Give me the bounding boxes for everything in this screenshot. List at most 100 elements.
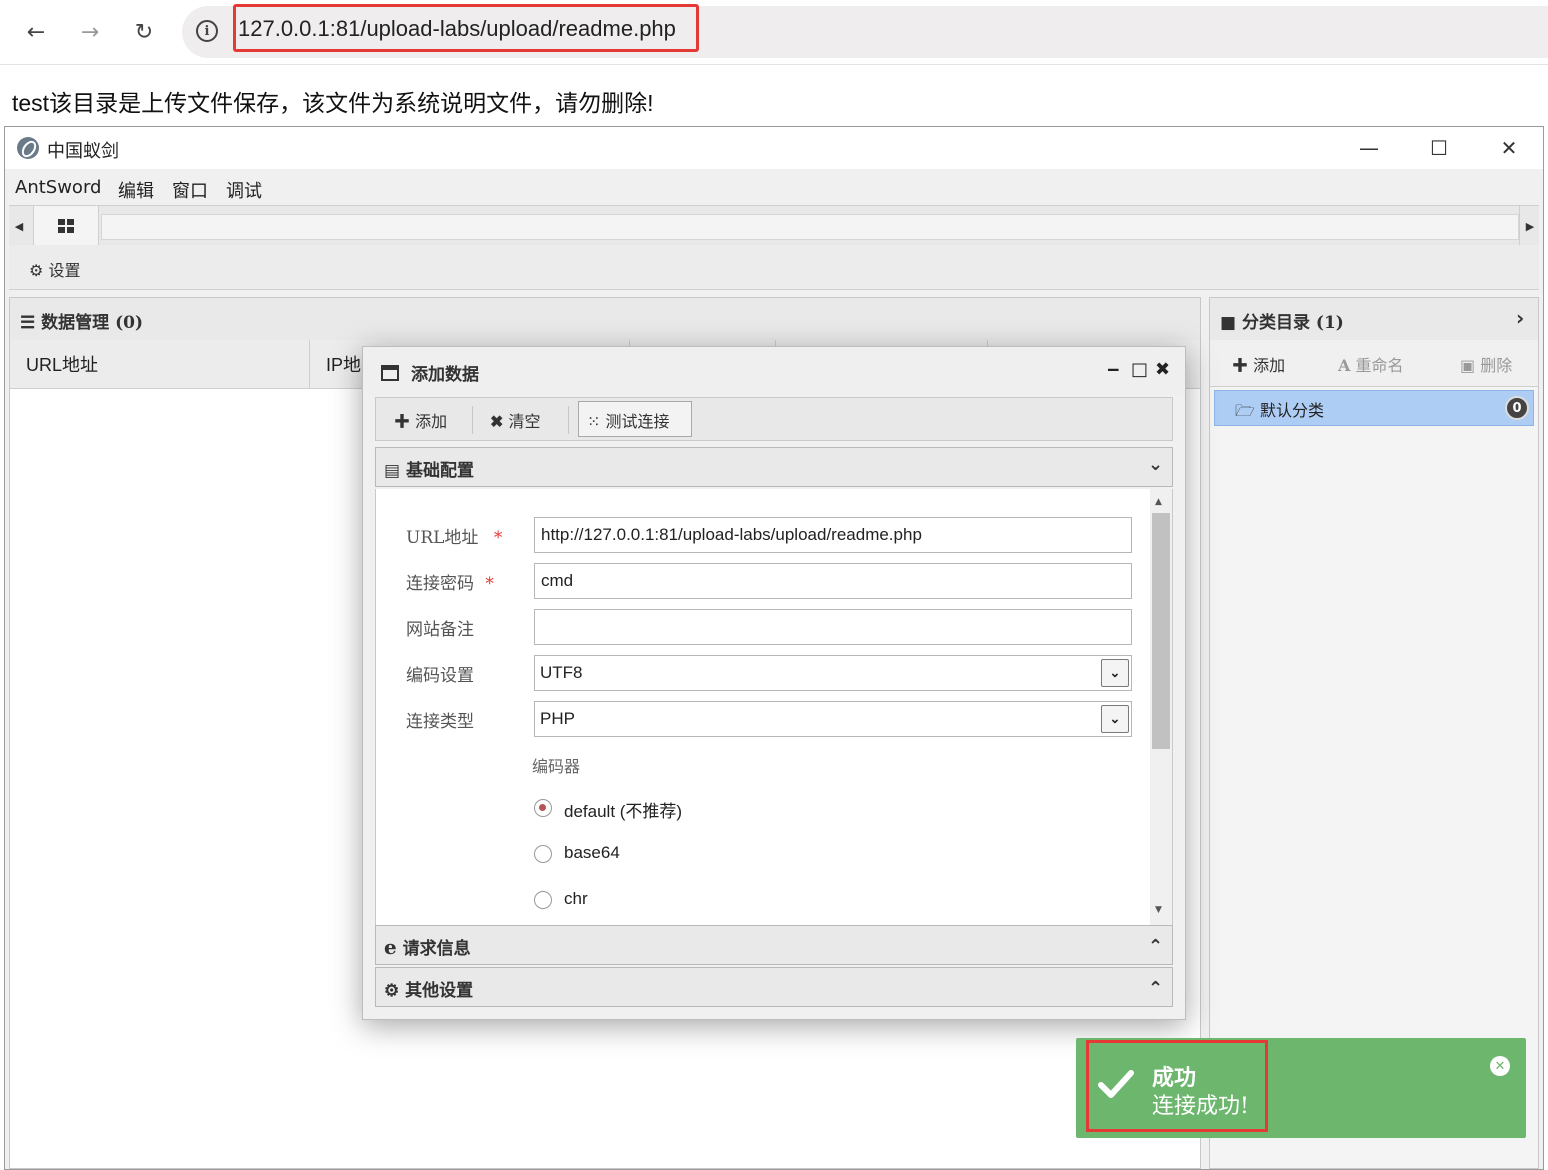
- menu-edit[interactable]: 编辑: [118, 177, 154, 203]
- toast-close-icon[interactable]: ✕: [1490, 1056, 1510, 1076]
- chevron-right-icon[interactable]: ›: [1516, 306, 1524, 330]
- font-icon: A: [1338, 356, 1351, 375]
- password-label: 连接密码: [406, 574, 474, 594]
- encoder-label: 编码器: [532, 757, 581, 776]
- category-delete-button[interactable]: ▣ 删除: [1460, 352, 1512, 376]
- folder-icon: ■: [1220, 313, 1237, 333]
- scroll-down-icon[interactable]: ▼: [1155, 905, 1162, 915]
- encoder-label-default[interactable]: default (不推荐): [564, 797, 682, 822]
- settings-label: 设置: [48, 261, 81, 280]
- antsword-logo-icon: [17, 137, 39, 159]
- scroll-thumb[interactable]: [1152, 513, 1170, 749]
- settings-button[interactable]: ⚙ 设置: [29, 257, 80, 281]
- tab-home[interactable]: [33, 206, 99, 246]
- close-icon[interactable]: ✕: [1489, 133, 1529, 163]
- dialog-maximize-icon[interactable]: □: [1131, 359, 1148, 380]
- dialog-title: 添加数据: [411, 365, 479, 385]
- category-rename-button[interactable]: A 重命名: [1338, 352, 1404, 376]
- category-add-label: 添加: [1253, 356, 1286, 375]
- toolbar-divider: [472, 406, 473, 434]
- window-title: 中国蚁剑: [47, 141, 119, 162]
- category-item-default[interactable]: 🗁 默认分类 0: [1214, 390, 1534, 426]
- encoder-radio-base64[interactable]: [534, 845, 552, 863]
- encoder-radio-chr[interactable]: [534, 891, 552, 909]
- category-toolbar: ✚ 添加 A 重命名 ▣ 删除: [1210, 340, 1538, 387]
- dialog-add-button[interactable]: ✚ 添加: [394, 408, 447, 432]
- test-connection-button[interactable]: ⁙ 测试连接: [578, 401, 692, 437]
- reload-icon[interactable]: ↻: [128, 16, 160, 48]
- test-connection-content: ⁙ 测试连接: [587, 408, 670, 432]
- spinner-icon: ⁙: [587, 412, 601, 431]
- category-rename-label: 重命名: [1355, 356, 1404, 375]
- url-input[interactable]: http://127.0.0.1:81/upload-labs/upload/r…: [534, 517, 1132, 553]
- section-other-title-wrap: ⚙ 其他设置: [384, 976, 473, 1001]
- tab-scroll-left-icon[interactable]: ◀: [9, 206, 29, 246]
- chevron-down-icon: ⌄: [1101, 705, 1129, 733]
- section-other-settings[interactable]: ⚙ 其他设置 ⌃: [375, 967, 1173, 1007]
- chevron-up-icon: ⌃: [1148, 978, 1164, 999]
- dialog-minimize-icon[interactable]: ‒: [1107, 359, 1120, 380]
- menu-antsword[interactable]: AntSword: [15, 177, 101, 198]
- section-request-title-wrap: e 请求信息: [384, 934, 471, 959]
- forward-icon[interactable]: →: [74, 16, 106, 48]
- type-select[interactable]: PHP ⌄: [534, 701, 1132, 737]
- section-basic-config[interactable]: ▤ 基础配置 ⌄: [375, 447, 1173, 487]
- dialog-toolbar: ✚ 添加 ✖ 清空 ⁙ 测试连接: [375, 397, 1173, 441]
- column-url[interactable]: URL地址: [10, 340, 310, 388]
- trash-icon: ▣: [1460, 356, 1476, 375]
- window-icon: [381, 365, 399, 381]
- encoder-label-chr[interactable]: chr: [564, 889, 588, 909]
- data-panel-title-wrap: ☰ 数据管理 (0): [20, 308, 143, 333]
- section-request-info[interactable]: e 请求信息 ⌃: [375, 925, 1173, 965]
- chevron-down-icon: ⌄: [1101, 659, 1129, 687]
- back-icon[interactable]: ←: [20, 16, 52, 48]
- gears-icon: ⚙: [384, 981, 400, 1001]
- encoding-select[interactable]: UTF8 ⌄: [534, 655, 1132, 691]
- encoder-label-base64[interactable]: base64: [564, 843, 620, 863]
- grid-icon: [58, 219, 74, 233]
- toolbar-divider: [568, 406, 569, 434]
- scroll-up-icon[interactable]: ▲: [1155, 497, 1162, 507]
- settings-bar: ⚙ 设置: [9, 245, 1539, 290]
- category-delete-label: 删除: [1480, 356, 1513, 375]
- type-label: 连接类型: [406, 712, 474, 732]
- category-panel-header: ■ 分类目录 (1) ›: [1210, 298, 1538, 341]
- folder-open-icon: 🗁: [1235, 401, 1255, 420]
- password-input[interactable]: cmd: [534, 563, 1132, 599]
- menu-window[interactable]: 窗口: [172, 177, 208, 203]
- required-mark: *: [485, 574, 494, 594]
- list-icon: ☰: [20, 313, 36, 333]
- test-connection-label: 测试连接: [605, 412, 670, 431]
- add-data-dialog: 添加数据 ‒ □ ✖ ✚ 添加 ✖ 清空 ⁙ 测试连接 ▤ 基础配置 ⌄ URL…: [362, 346, 1186, 1020]
- dialog-close-icon[interactable]: ✖: [1155, 359, 1170, 380]
- site-info-icon[interactable]: i: [196, 20, 218, 42]
- dialog-title-bar: 添加数据 ‒ □ ✖: [363, 347, 1185, 395]
- password-label-wrap: 连接密码 *: [406, 569, 494, 594]
- url-label: URL地址: [406, 528, 479, 548]
- basic-config-form: URL地址 * http://127.0.0.1:81/upload-labs/…: [375, 489, 1173, 925]
- minimize-icon[interactable]: —: [1349, 133, 1389, 163]
- required-mark: *: [493, 528, 503, 548]
- menu-bar: AntSword 编辑 窗口 调试: [5, 169, 1543, 205]
- toast-highlight-box: [1086, 1040, 1268, 1132]
- close-icon: ✖: [490, 412, 504, 431]
- dialog-clear-button[interactable]: ✖ 清空: [490, 408, 541, 432]
- encoding-select-value: UTF8: [540, 663, 583, 682]
- tab-strip: ◀ ▶: [9, 205, 1539, 247]
- encoder-radio-default[interactable]: [534, 799, 552, 817]
- plus-circle-icon: ✚: [394, 412, 411, 431]
- menu-debug[interactable]: 调试: [226, 177, 262, 203]
- section-request-title: 请求信息: [402, 939, 471, 959]
- section-basic-title: 基础配置: [405, 461, 474, 481]
- section-other-title: 其他设置: [405, 981, 474, 1001]
- file-icon: ▤: [384, 461, 401, 481]
- encoding-label: 编码设置: [406, 666, 474, 686]
- form-scrollbar[interactable]: ▲ ▼: [1150, 489, 1172, 925]
- tab-scroll-right-icon[interactable]: ▶: [1519, 206, 1540, 246]
- category-add-button[interactable]: ✚ 添加: [1232, 352, 1285, 376]
- data-panel-title: 数据管理 (0): [41, 313, 144, 333]
- maximize-icon[interactable]: ☐: [1419, 133, 1459, 163]
- category-count-badge: 0: [1505, 396, 1529, 420]
- section-basic-title-wrap: ▤ 基础配置: [384, 456, 474, 481]
- note-input[interactable]: [534, 609, 1132, 645]
